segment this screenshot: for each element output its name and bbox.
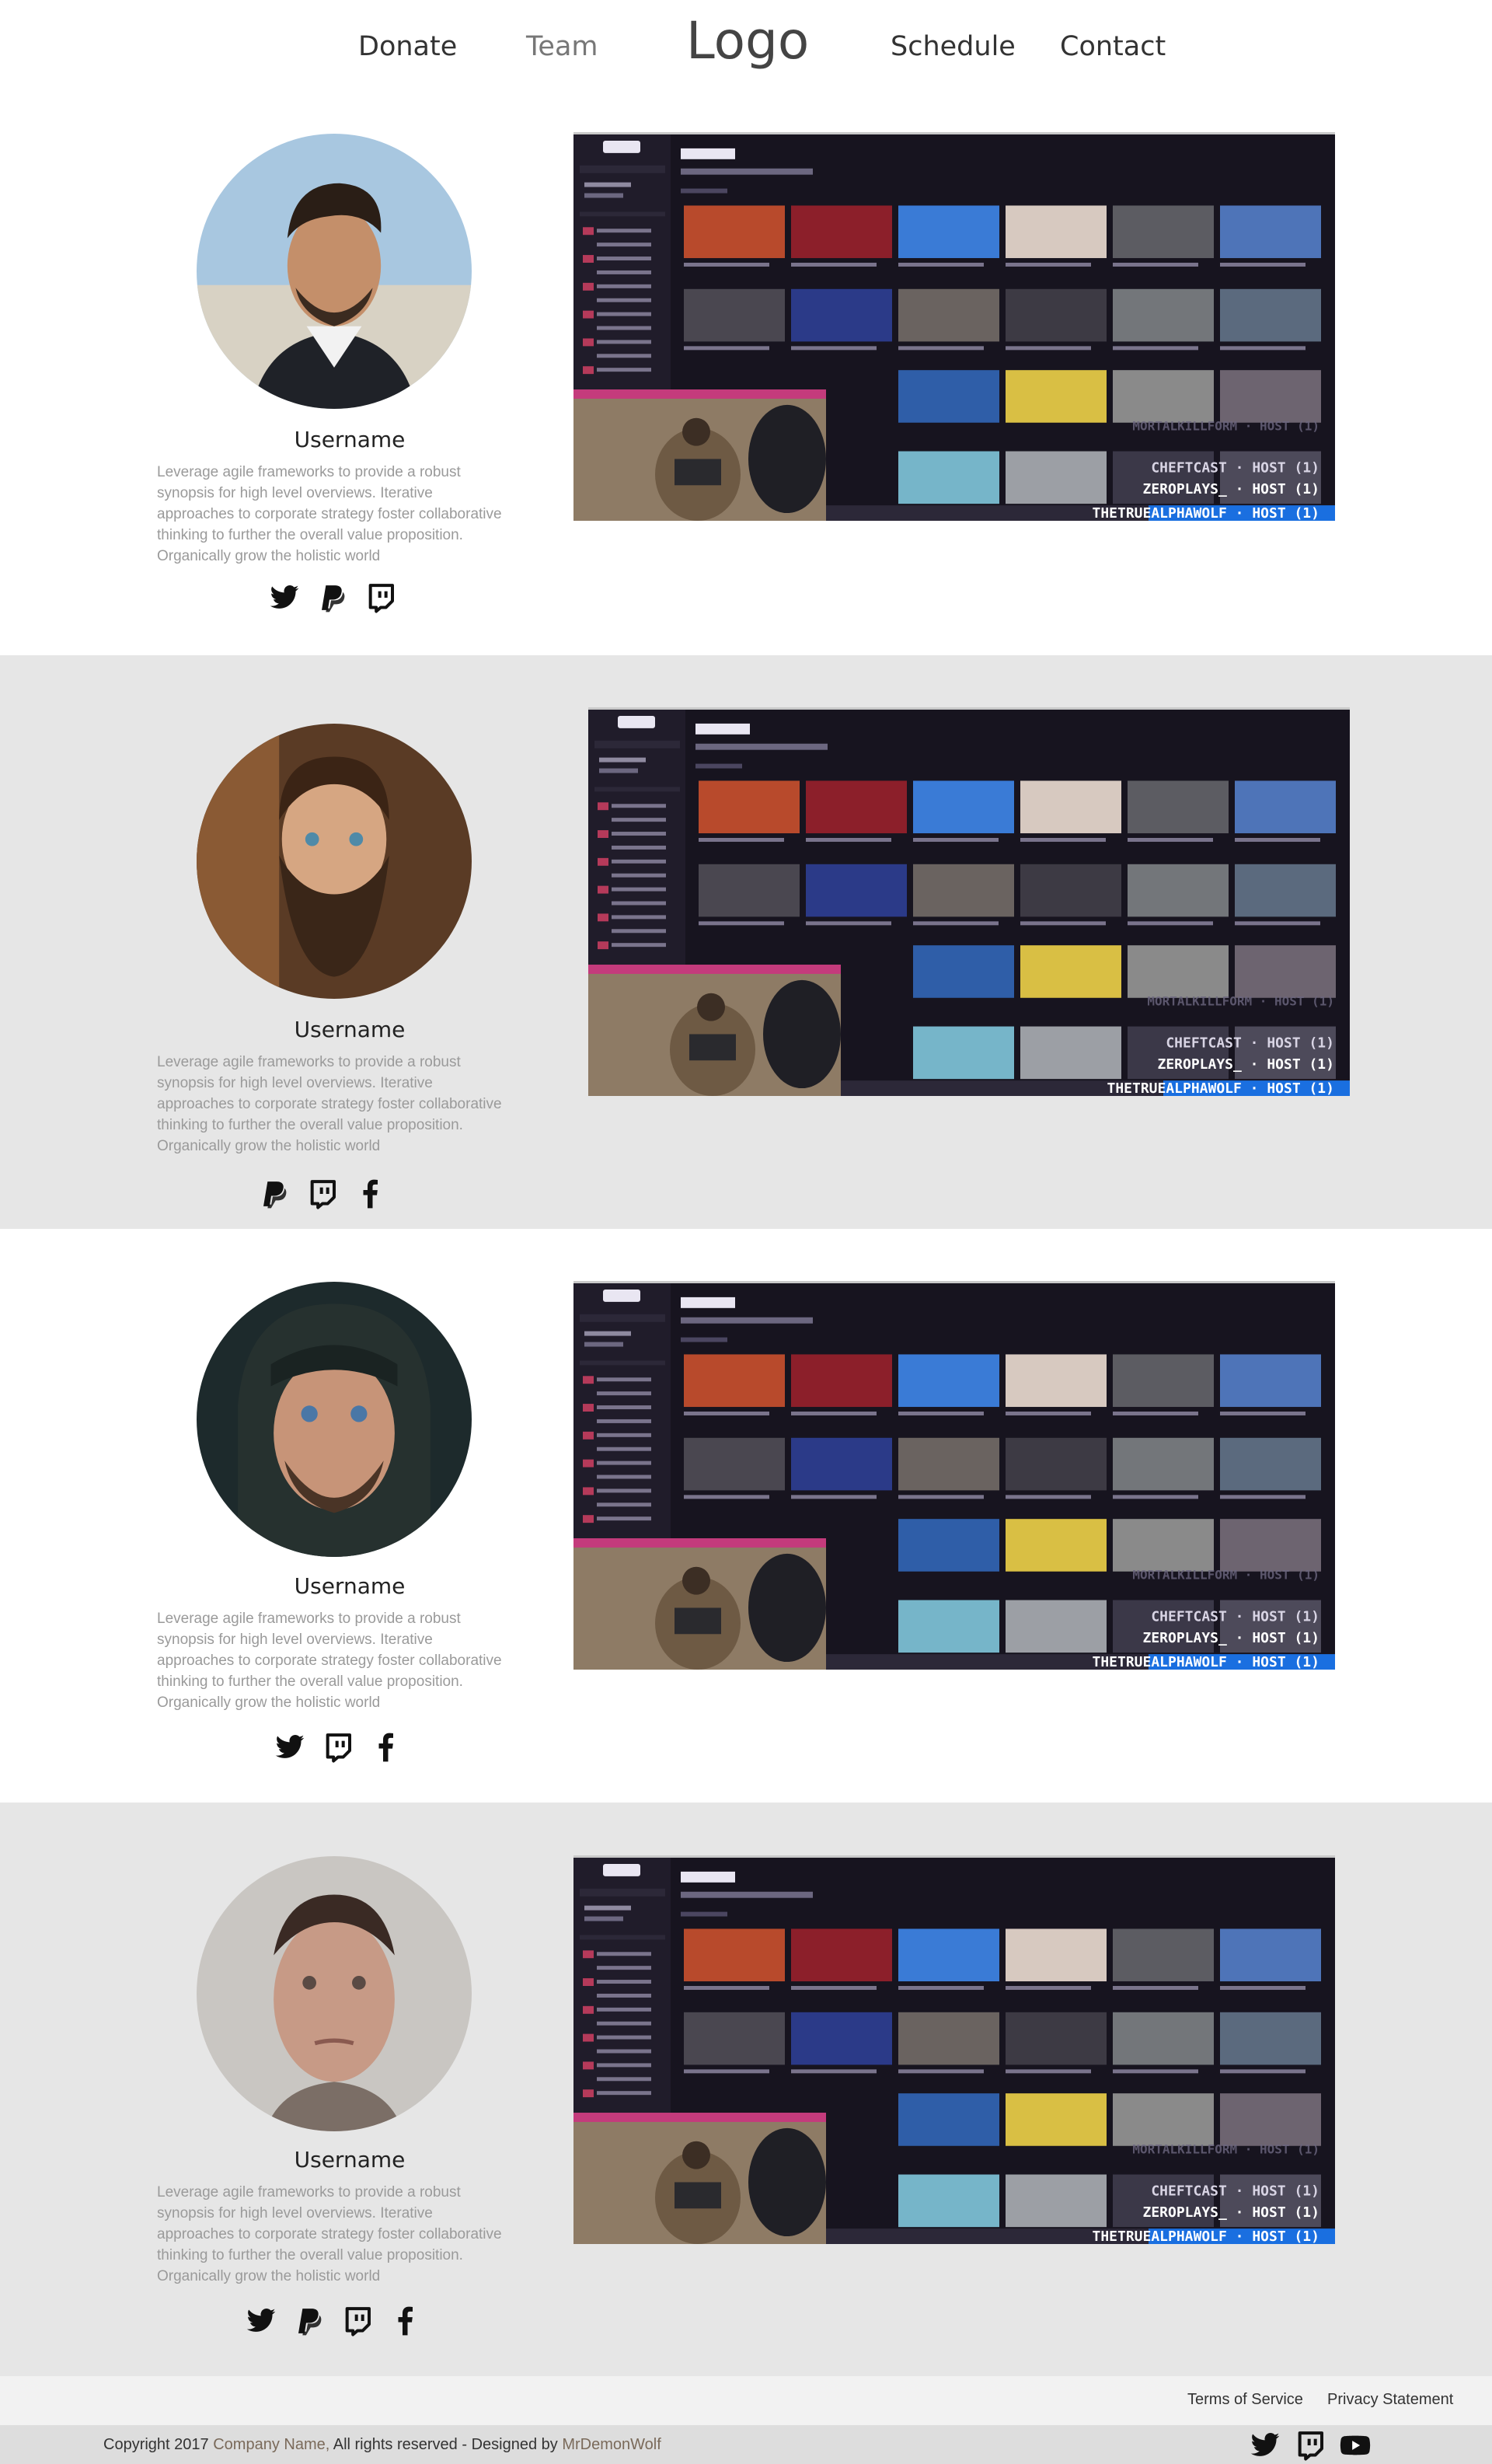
facebook-icon[interactable] <box>388 2303 424 2339</box>
privacy-link[interactable]: Privacy Statement <box>1327 2391 1453 2409</box>
footer-social-icons <box>1248 2428 1372 2462</box>
stream-preview-image <box>588 707 1350 1096</box>
company-name-link[interactable]: Company Name, <box>213 2436 329 2453</box>
twitch-icon[interactable] <box>305 1176 340 1212</box>
avatar <box>197 134 472 409</box>
twitch-icon[interactable] <box>320 1729 356 1765</box>
social-links <box>243 2302 424 2340</box>
twitter-icon[interactable] <box>243 2303 279 2339</box>
twitch-icon[interactable] <box>363 580 399 616</box>
team-member-1: Username Leverage agile frameworks to pr… <box>0 101 1492 655</box>
site-footer: Terms of Service Privacy Statement Copyr… <box>0 2376 1492 2464</box>
stream-preview-image <box>573 132 1335 521</box>
designer-link[interactable]: MrDemonWolf <box>562 2436 661 2453</box>
social-links <box>256 1175 389 1213</box>
avatar <box>197 724 472 999</box>
nav-team[interactable]: Team <box>526 31 598 62</box>
member-bio: Leverage agile frameworks to provide a r… <box>157 464 502 564</box>
nav-contact[interactable]: Contact <box>1060 31 1166 62</box>
copyright-text: Copyright 2017 Company Name, All rights … <box>103 2436 661 2454</box>
youtube-icon[interactable] <box>1338 2428 1372 2462</box>
twitch-icon[interactable] <box>340 2303 375 2339</box>
paypal-icon[interactable] <box>315 580 350 616</box>
twitter-icon[interactable] <box>267 580 302 616</box>
member-bio: Leverage agile frameworks to provide a r… <box>157 1611 502 1711</box>
facebook-icon[interactable] <box>368 1729 404 1765</box>
member-username: Username <box>294 2147 406 2173</box>
facebook-icon[interactable] <box>353 1176 389 1212</box>
avatar <box>197 1282 472 1557</box>
avatar <box>197 1856 472 2131</box>
team-member-2: Username Leverage agile frameworks to pr… <box>0 655 1492 1229</box>
member-username: Username <box>294 1573 406 1599</box>
copyright-prefix: Copyright 2017 <box>103 2436 209 2453</box>
twitch-icon[interactable] <box>1293 2428 1327 2462</box>
stream-preview-image <box>573 1855 1335 2244</box>
paypal-icon[interactable] <box>291 2303 327 2339</box>
logo[interactable]: Logo <box>686 11 809 71</box>
nav-schedule[interactable]: Schedule <box>891 31 1016 62</box>
rights-text: All rights reserved - Designed by <box>333 2436 558 2453</box>
twitter-icon[interactable] <box>1248 2428 1282 2462</box>
member-bio: Leverage agile frameworks to provide a r… <box>157 2184 502 2284</box>
member-username: Username <box>294 427 406 452</box>
terms-link[interactable]: Terms of Service <box>1187 2391 1303 2409</box>
team-member-4: Username Leverage agile frameworks to pr… <box>0 1803 1492 2376</box>
paypal-icon[interactable] <box>256 1176 292 1212</box>
nav-donate[interactable]: Donate <box>358 31 457 62</box>
footer-bar: Copyright 2017 Company Name, All rights … <box>0 2425 1492 2464</box>
twitter-icon[interactable] <box>272 1729 308 1765</box>
top-nav: Donate Team Logo Schedule Contact <box>0 0 1492 101</box>
member-bio: Leverage agile frameworks to provide a r… <box>157 1054 502 1154</box>
team-member-3: Username Leverage agile frameworks to pr… <box>0 1229 1492 1803</box>
member-username: Username <box>294 1017 406 1042</box>
social-links <box>272 1729 404 1766</box>
social-links <box>267 579 399 616</box>
stream-preview-image <box>573 1281 1335 1670</box>
